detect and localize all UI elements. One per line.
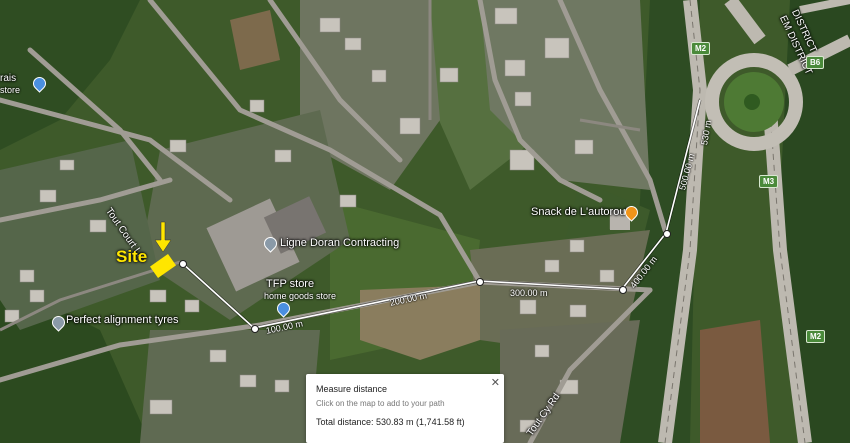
place-label-snack[interactable]: Snack de L'autoroute xyxy=(531,206,635,218)
route-shield-b6: B6 xyxy=(806,56,825,69)
close-icon[interactable]: ✕ xyxy=(491,376,500,389)
site-label: Site xyxy=(116,247,148,266)
distance-label-300: 300.00 m xyxy=(510,288,548,298)
panel-title: Measure distance xyxy=(316,384,388,394)
total-distance: Total distance: 530.83 m (1,741.58 ft) xyxy=(316,417,465,427)
measure-distance-panel: ✕ Measure distance Click on the map to a… xyxy=(306,374,504,443)
panel-hint: Click on the map to add to your path xyxy=(316,399,445,408)
path-vertex[interactable] xyxy=(619,286,627,294)
path-vertex[interactable] xyxy=(663,230,671,238)
route-shield-m3: M3 xyxy=(759,175,779,188)
place-label-perfect-alignment[interactable]: Perfect alignment tyres xyxy=(66,314,179,326)
place-label-ligne-doran[interactable]: Ligne Doran Contracting xyxy=(280,237,399,249)
path-vertex[interactable] xyxy=(179,260,187,268)
satellite-map[interactable]: 100.00 m 200.00 m 300.00 m 400.00 m 500.… xyxy=(0,0,850,443)
place-label-rais[interactable]: rais xyxy=(0,73,16,84)
path-vertex[interactable] xyxy=(251,325,259,333)
route-shield-m2: M2 xyxy=(691,42,711,55)
route-shield-m2-south: M2 xyxy=(806,330,826,343)
place-label-tfp-store[interactable]: TFP store xyxy=(266,278,314,290)
path-vertex[interactable] xyxy=(476,278,484,286)
place-sublabel-store: store xyxy=(0,85,21,95)
place-sublabel-tfp: home goods store xyxy=(264,291,337,301)
